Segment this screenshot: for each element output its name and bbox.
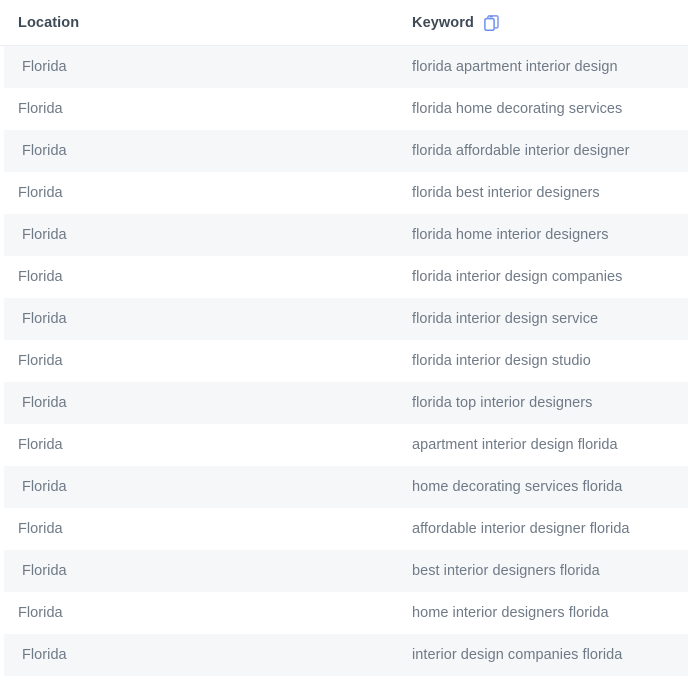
table-row[interactable]: Florida affordable interior designer flo… xyxy=(0,508,688,550)
table-row[interactable]: Florida florida interior design service xyxy=(4,298,688,340)
cell-keyword: florida interior design companies xyxy=(412,269,623,285)
cell-location: Florida xyxy=(18,185,63,201)
table-row[interactable]: Florida interior design companies florid… xyxy=(4,634,688,676)
table-row[interactable]: Florida florida affordable interior desi… xyxy=(4,130,688,172)
cell-location: Florida xyxy=(22,647,67,663)
cell-keyword: florida affordable interior designer xyxy=(412,143,630,159)
cell-keyword: best interior designers florida xyxy=(412,563,600,579)
table-row[interactable]: Florida home decorating services florida xyxy=(4,466,688,508)
cell-location: Florida xyxy=(22,59,67,75)
column-header-keyword-group: Keyword xyxy=(412,14,688,32)
copy-icon[interactable] xyxy=(484,14,501,33)
cell-location: Florida xyxy=(18,101,63,117)
cell-location: Florida xyxy=(22,563,67,579)
cell-keyword: florida home interior designers xyxy=(412,227,609,243)
cell-keyword: florida home decorating services xyxy=(412,101,623,117)
column-header-location[interactable]: Location xyxy=(18,15,412,31)
cell-keyword: interior design companies florida xyxy=(412,647,623,663)
cell-keyword: florida best interior designers xyxy=(412,185,600,201)
table-row[interactable]: Florida florida home decorating services xyxy=(0,88,688,130)
cell-keyword: florida interior design service xyxy=(412,311,599,327)
cell-location: Florida xyxy=(18,521,63,537)
keyword-results-table: Location Keyword Florida florida apartme… xyxy=(0,0,688,680)
cell-keyword: florida interior design studio xyxy=(412,353,591,369)
cell-keyword: florida top interior designers xyxy=(412,395,593,411)
table-row[interactable]: Florida florida interior design studio xyxy=(0,340,688,382)
cell-location: Florida xyxy=(22,143,67,159)
cell-location: Florida xyxy=(18,269,63,285)
table-row[interactable]: Florida apartment interior design florid… xyxy=(0,424,688,466)
cell-keyword: apartment interior design florida xyxy=(412,437,618,453)
table-header-row: Location Keyword xyxy=(0,0,688,46)
table-row[interactable]: Florida florida top interior designers xyxy=(4,382,688,424)
cell-location: Florida xyxy=(18,437,63,453)
column-header-keyword-label[interactable]: Keyword xyxy=(412,15,474,31)
table-row[interactable]: Florida florida interior design companie… xyxy=(0,256,688,298)
table-row[interactable]: Florida home interior designers florida xyxy=(0,592,688,634)
table-row[interactable]: Florida florida best interior designers xyxy=(0,172,688,214)
cell-keyword: affordable interior designer florida xyxy=(412,521,630,537)
cell-keyword: florida apartment interior design xyxy=(412,59,618,75)
table-body: Florida florida apartment interior desig… xyxy=(0,46,688,676)
cell-location: Florida xyxy=(22,311,67,327)
cell-location: Florida xyxy=(18,353,63,369)
cell-location: Florida xyxy=(18,605,63,621)
cell-location: Florida xyxy=(22,395,67,411)
table-row[interactable]: Florida florida home interior designers xyxy=(4,214,688,256)
cell-location: Florida xyxy=(22,227,67,243)
table-row[interactable]: Florida best interior designers florida xyxy=(4,550,688,592)
cell-keyword: home interior designers florida xyxy=(412,605,609,621)
cell-location: Florida xyxy=(22,479,67,495)
table-row[interactable]: Florida florida apartment interior desig… xyxy=(4,46,688,88)
cell-keyword: home decorating services florida xyxy=(412,479,623,495)
